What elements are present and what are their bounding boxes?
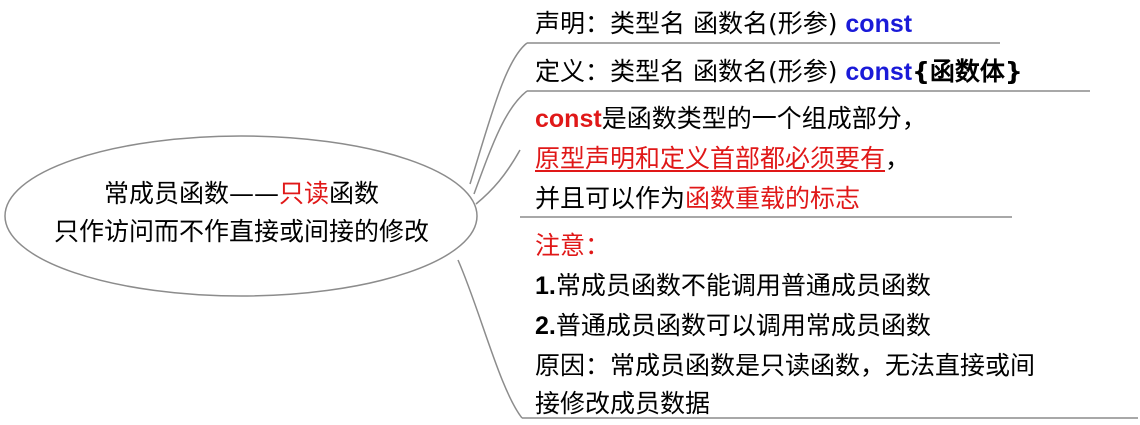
declaration-keyword: const [845, 10, 913, 38]
note-item-1-text: 常成员函数不能调用普通成员函数 [555, 271, 931, 300]
branch-declaration: 声明：类型名 函数名(形参) const [535, 6, 912, 42]
const-part-line2-highlight: 原型声明和定义首部都必须要有 [535, 144, 886, 173]
const-part-keyword: const [535, 105, 602, 133]
central-topic-highlight: 只读 [278, 179, 329, 208]
const-part-line1-rest: 是函数类型的一个组成部分， [601, 104, 927, 133]
note-reason-line2: 接修改成员数据 [535, 389, 711, 418]
definition-keyword: const [845, 58, 913, 86]
note-item-2-text: 普通成员函数可以调用常成员函数 [555, 311, 931, 340]
note-item-2-number: 2. [535, 312, 556, 340]
const-part-line1: const是函数类型的一个组成部分， [535, 101, 927, 137]
note-reason-line1: 原因：常成员函数是只读函数，无法直接或间 [535, 351, 1036, 380]
central-topic-line2: 只作访问而不作直接或间接的修改 [53, 217, 429, 246]
definition-body: {函数体} [912, 57, 1023, 86]
note-item-2: 2.普通成员函数可以调用常成员函数 [535, 308, 931, 344]
const-part-line3-prefix: 并且可以作为 [535, 184, 686, 213]
definition-text: 定义：类型名 函数名(形参) [535, 57, 846, 86]
note-title: 注意： [535, 231, 611, 260]
note-item-1-number: 1. [535, 272, 556, 300]
central-topic-line1: 常成员函数——只读函数 [14, 176, 469, 212]
const-part-line3-highlight: 函数重载的标志 [685, 184, 861, 213]
connector-declaration [469, 42, 528, 185]
const-part-line2: 原型声明和定义首部都必须要有， [535, 141, 910, 177]
declaration-text: 声明：类型名 函数名(形参) [535, 9, 846, 38]
const-part-line2-rest: ， [885, 144, 911, 173]
const-part-line3: 并且可以作为函数重载的标志 [535, 181, 860, 217]
central-topic-prefix: 常成员函数—— [103, 179, 279, 208]
connector-note [457, 259, 523, 419]
note-item-1: 1.常成员函数不能调用普通成员函数 [535, 268, 931, 304]
central-topic-suffix: 函数 [329, 179, 380, 208]
connector-const-part [475, 149, 521, 205]
branch-definition: 定义：类型名 函数名(形参) const{函数体} [535, 54, 1023, 90]
